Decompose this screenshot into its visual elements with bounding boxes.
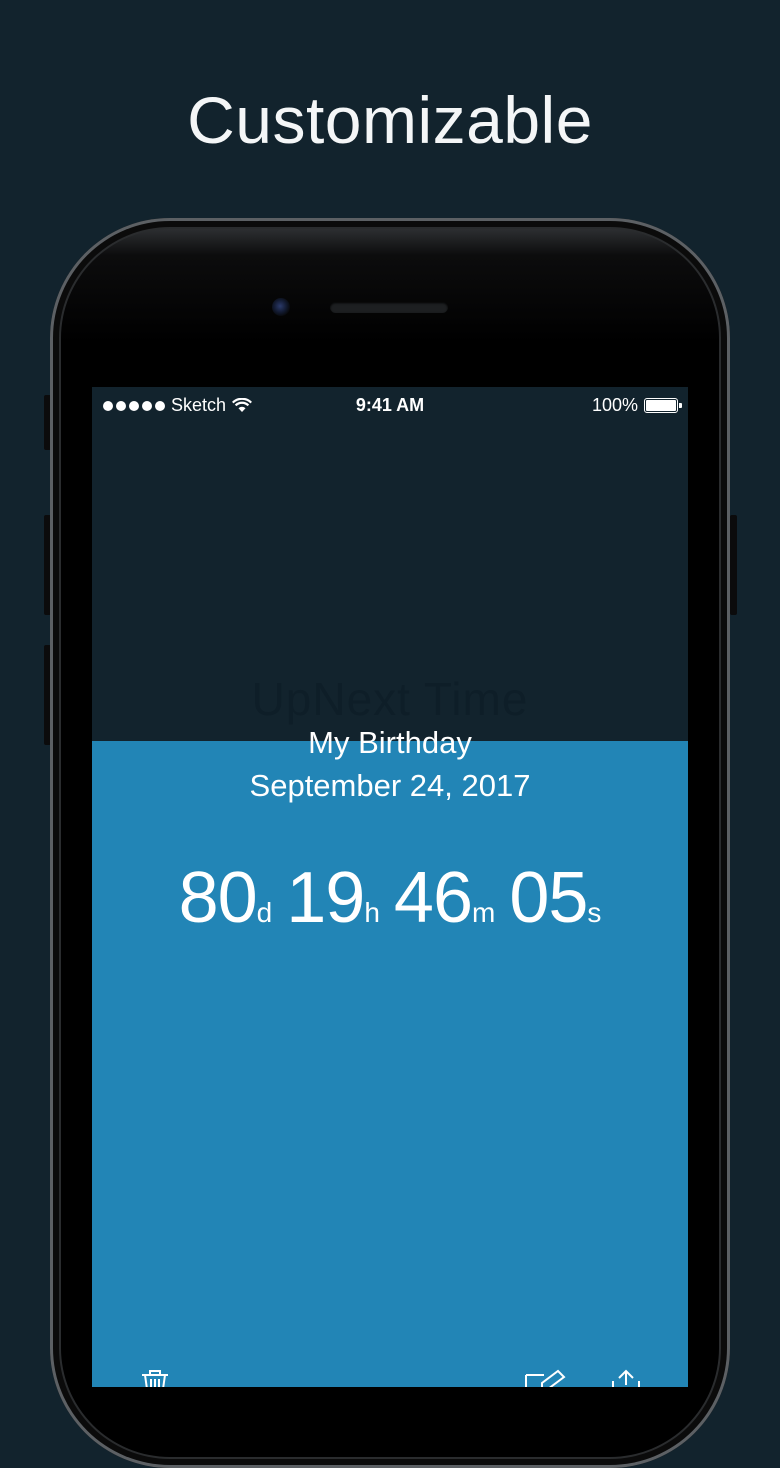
trash-icon[interactable]: [138, 1369, 172, 1387]
countdown-hours: 19: [286, 858, 365, 938]
battery-percent: 100%: [591, 395, 638, 415]
event-card[interactable]: [92, 741, 688, 1387]
countdown-minutes: 46: [393, 858, 473, 938]
headline: Customizable: [187, 83, 593, 157]
camera-icon: [272, 298, 290, 316]
speaker-grille: [330, 302, 448, 313]
countdown: 80d 19h 46m 05s: [92, 857, 688, 939]
countdown-days: 80: [178, 858, 258, 938]
phone-screen: Sketch 9:41 AM 100% UpNext Time My Birth…: [92, 387, 688, 1387]
countdown-minutes-unit: m: [472, 897, 496, 928]
event-title: My Birthday: [308, 725, 472, 760]
status-right: 100%: [591, 395, 682, 416]
countdown-seconds: 05: [509, 858, 588, 938]
edit-icon[interactable]: [524, 1369, 568, 1387]
countdown-days-unit: d: [256, 897, 273, 928]
countdown-hours-unit: h: [364, 897, 380, 928]
countdown-seconds-unit: s: [587, 897, 602, 928]
ghost-text: UpNext Time: [251, 673, 529, 725]
event-date: September 24, 2017: [249, 768, 531, 803]
power-button: [730, 515, 737, 615]
status-bar: Sketch 9:41 AM 100%: [92, 387, 688, 423]
battery-icon: [644, 398, 682, 413]
share-icon[interactable]: [610, 1369, 642, 1387]
